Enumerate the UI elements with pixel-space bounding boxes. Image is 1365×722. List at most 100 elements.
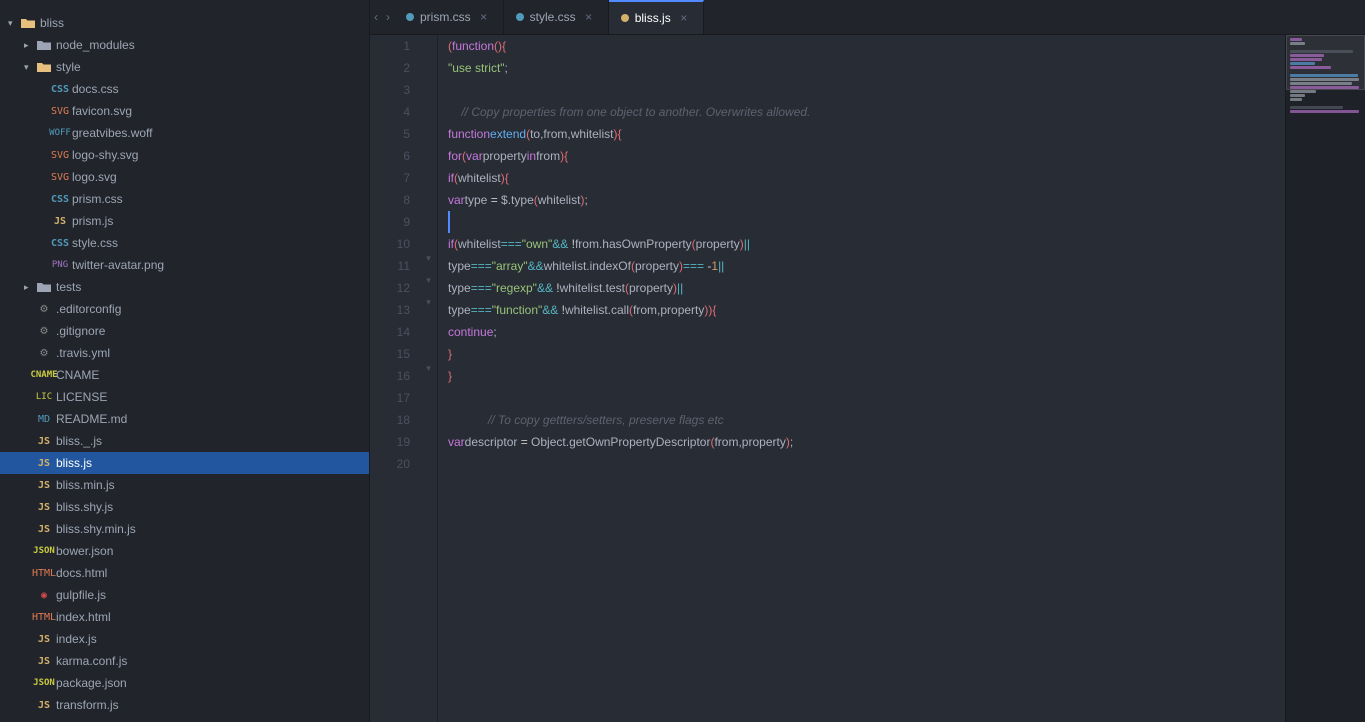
sidebar-item-label: .travis.yml [56, 346, 110, 360]
gutter-marker-7[interactable]: ▾ [426, 291, 431, 313]
sidebar-item-.travis.yml[interactable]: ⚙.travis.yml [0, 342, 369, 364]
minimap-line [1290, 86, 1359, 89]
code-line-3 [448, 79, 1285, 101]
sidebar-item-CNAME[interactable]: CNAMECNAME [0, 364, 369, 386]
sidebar-item-bliss-root[interactable]: bliss [0, 12, 369, 34]
file-icon-js: JS [36, 521, 52, 537]
sidebar-item-node_modules[interactable]: node_modules [0, 34, 369, 56]
sidebar-item-label: karma.conf.js [56, 654, 127, 668]
line-numbers: 1234567891011121314151617181920 [370, 35, 420, 722]
sidebar: blissnode_modulesstyleCSSdocs.cssSVGfavi… [0, 0, 370, 722]
minimap-line [1290, 66, 1331, 69]
sidebar-item-.editorconfig[interactable]: ⚙.editorconfig [0, 298, 369, 320]
sidebar-item-package.json[interactable]: JSONpackage.json [0, 672, 369, 694]
sidebar-item-greatvibes.woff[interactable]: WOFFgreatvibes.woff [0, 122, 369, 144]
sidebar-item-docs.html[interactable]: HTML docs.html [0, 562, 369, 584]
file-icon-config: ⚙ [36, 323, 52, 339]
tab-bliss.js[interactable]: bliss.js × [609, 0, 704, 34]
sidebar-item-label: docs.html [56, 566, 107, 580]
file-icon-js: JS [36, 499, 52, 515]
sidebar-item-bliss.js[interactable]: JSbliss.js [0, 452, 369, 474]
sidebar-item-label: prism.css [72, 192, 123, 206]
gutter-marker-10[interactable]: ▾ [426, 357, 431, 379]
tab-prism.css[interactable]: prism.css × [394, 0, 504, 34]
tab-label: style.css [530, 10, 576, 24]
folder-arrow [24, 282, 34, 293]
line-number-4: 4 [370, 101, 410, 123]
sidebar-item-bliss.shy.min.js[interactable]: JSbliss.shy.min.js [0, 518, 369, 540]
code-line-6: for (var property in from) { [448, 145, 1285, 167]
sidebar-item-logo-shy.svg[interactable]: SVGlogo-shy.svg [0, 144, 369, 166]
sidebar-item-prism.js[interactable]: JSprism.js [0, 210, 369, 232]
minimap-line [1290, 82, 1352, 85]
sidebar-item-LICENSE[interactable]: LICLICENSE [0, 386, 369, 408]
sidebar-item-label: transform.js [56, 698, 119, 712]
sidebar-item-style-folder[interactable]: style [0, 56, 369, 78]
sidebar-item-prism.css[interactable]: CSSprism.css [0, 188, 369, 210]
file-icon-json: JSON [36, 675, 52, 691]
code-area[interactable]: (function() { "use strict"; // Copy prop… [438, 35, 1285, 722]
gutter-marker-5[interactable]: ▾ [426, 247, 431, 269]
folder-icon [20, 15, 36, 31]
code-line-12: type === "regexp" && !whitelist.test(pro… [448, 277, 1285, 299]
file-icon-html: HTML [36, 565, 52, 581]
tab-next-button[interactable]: › [382, 0, 394, 34]
line-number-8: 8 [370, 189, 410, 211]
sidebar-item-README.md[interactable]: MDREADME.md [0, 408, 369, 430]
sidebar-item-bliss.min.js[interactable]: JSbliss.min.js [0, 474, 369, 496]
sidebar-item-logo.svg[interactable]: SVGlogo.svg [0, 166, 369, 188]
code-line-16: } [448, 365, 1285, 387]
sidebar-item-bower.json[interactable]: JSONbower.json [0, 540, 369, 562]
code-line-4: // Copy properties from one object to an… [448, 101, 1285, 123]
minimap-line [1290, 110, 1359, 113]
line-number-12: 12 [370, 277, 410, 299]
sidebar-item-favicon.svg[interactable]: SVGfavicon.svg [0, 100, 369, 122]
sidebar-item-bliss.shy.js[interactable]: JS bliss.shy.js [0, 496, 369, 518]
file-icon-css: CSS [52, 235, 68, 251]
code-line-8: var type = $.type(whitelist); [448, 189, 1285, 211]
sidebar-item-label: index.html [56, 610, 111, 624]
code-line-9 [448, 211, 1285, 233]
sidebar-item-label: .gitignore [56, 324, 105, 338]
sidebar-item-.gitignore[interactable]: ⚙ .gitignore [0, 320, 369, 342]
gutter-marker-6[interactable]: ▾ [426, 269, 431, 291]
editor-wrapper: 1234567891011121314151617181920 ▾▾▾▾ (fu… [370, 35, 1365, 722]
sidebar-item-label: bliss.shy.js [56, 500, 113, 514]
sidebar-item-index.html[interactable]: HTML index.html [0, 606, 369, 628]
file-icon-img: PNG [52, 257, 68, 273]
sidebar-item-label: favicon.svg [72, 104, 132, 118]
file-icon-html: HTML [36, 609, 52, 625]
sidebar-item-docs.css[interactable]: CSSdocs.css [0, 78, 369, 100]
sidebar-item-bliss._.js[interactable]: JSbliss._.js [0, 430, 369, 452]
minimap-line [1290, 106, 1343, 109]
tab-style.css[interactable]: style.css × [504, 0, 609, 34]
sidebar-tree[interactable]: blissnode_modulesstyleCSSdocs.cssSVGfavi… [0, 12, 369, 722]
file-icon-js: JS [36, 477, 52, 493]
sidebar-item-tests-folder[interactable]: tests [0, 276, 369, 298]
minimap-line [1290, 42, 1305, 45]
minimap-line [1290, 98, 1302, 101]
line-number-5: 5 [370, 123, 410, 145]
minimap-line [1290, 90, 1316, 93]
sidebar-item-transform.js[interactable]: JStransform.js [0, 694, 369, 716]
line-number-10: 10 [370, 233, 410, 255]
tab-close-button[interactable]: × [677, 11, 691, 25]
tab-type-dot [621, 14, 629, 22]
sidebar-item-style.css[interactable]: CSSstyle.css [0, 232, 369, 254]
tab-close-button[interactable]: × [477, 10, 491, 24]
file-icon-svg: SVG [52, 169, 68, 185]
tab-type-dot [406, 13, 414, 21]
sidebar-item-karma.conf.js[interactable]: JSkarma.conf.js [0, 650, 369, 672]
file-icon-js: JS [52, 213, 68, 229]
tab-close-button[interactable]: × [582, 10, 596, 24]
line-number-1: 1 [370, 35, 410, 57]
sidebar-item-gulpfile.js[interactable]: ◉gulpfile.js [0, 584, 369, 606]
sidebar-item-twitter-avatar.png[interactable]: PNGtwitter-avatar.png [0, 254, 369, 276]
tab-prev-button[interactable]: ‹ [370, 0, 382, 34]
tab-label: prism.css [420, 10, 471, 24]
line-number-2: 2 [370, 57, 410, 79]
sidebar-item-index.js[interactable]: JSindex.js [0, 628, 369, 650]
file-icon-license: LIC [36, 389, 52, 405]
file-icon-svg: SVG [52, 147, 68, 163]
line-number-13: 13 [370, 299, 410, 321]
